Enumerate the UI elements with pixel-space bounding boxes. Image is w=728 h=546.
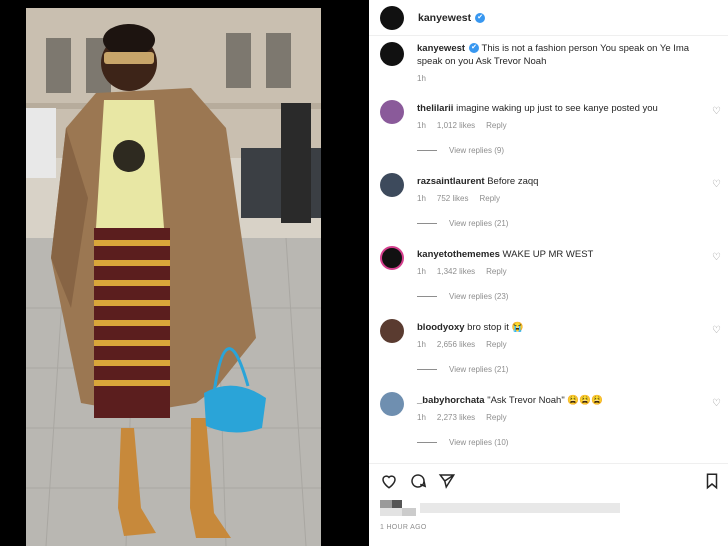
bookmark-icon[interactable]	[703, 472, 721, 490]
view-replies-button[interactable]: View replies (9)	[417, 146, 725, 155]
replies-divider	[417, 150, 437, 151]
comment-text: WAKE UP MR WEST	[502, 249, 594, 260]
liked-by-row	[380, 500, 620, 516]
comment-username[interactable]: _babyhorchata	[417, 395, 485, 406]
commenter-avatar[interactable]	[380, 173, 404, 197]
replies-divider	[417, 223, 437, 224]
post-photo	[26, 8, 321, 546]
comment-age: 1h	[417, 194, 426, 203]
verified-icon: ✔	[469, 43, 480, 54]
caption-age: 1h	[417, 74, 426, 83]
share-icon[interactable]	[438, 472, 456, 490]
comment-likes[interactable]: 752 likes	[437, 194, 469, 203]
heart-icon[interactable]: ♡	[712, 252, 721, 263]
comment-icon[interactable]	[409, 472, 427, 490]
comment-age: 1h	[417, 267, 426, 276]
comment-username[interactable]: bloodyoxy	[417, 322, 465, 333]
comment-likes[interactable]: 2,656 likes	[437, 340, 475, 349]
reply-button[interactable]: Reply	[486, 340, 506, 349]
comment-item: kanyetothememes WAKE UP MR WEST 1h 1,342 …	[380, 246, 725, 301]
commenter-avatar[interactable]	[380, 100, 404, 124]
post-caption: kanyewest ✔ This is not a fashion person …	[380, 42, 710, 83]
heart-icon[interactable]: ♡	[712, 325, 721, 336]
view-replies-label: View replies (23)	[449, 292, 509, 301]
comment-likes[interactable]: 1,012 likes	[437, 121, 475, 130]
comment-username[interactable]: kanyetothememes	[417, 249, 500, 260]
view-replies-label: View replies (10)	[449, 438, 509, 447]
comment-text: Before zaqq	[487, 176, 539, 187]
post-actions	[369, 463, 728, 497]
heart-icon[interactable]	[380, 472, 398, 490]
view-replies-label: View replies (21)	[449, 219, 509, 228]
author-username[interactable]: kanyewest	[418, 12, 471, 24]
reply-button[interactable]: Reply	[486, 413, 506, 422]
comment-likes[interactable]: 1,342 likes	[437, 267, 475, 276]
commenter-avatar[interactable]	[380, 319, 404, 343]
screenshot-frame: kanyewest ✔ kanyewest ✔ This is not a fas…	[0, 0, 728, 546]
post-panel: kanyewest ✔ kanyewest ✔ This is not a fas…	[369, 0, 728, 546]
heart-icon[interactable]: ♡	[712, 106, 721, 117]
comment-age: 1h	[417, 121, 426, 130]
view-replies-button[interactable]: View replies (10)	[417, 438, 725, 447]
view-replies-button[interactable]: View replies (23)	[417, 292, 725, 301]
reply-button[interactable]: Reply	[486, 267, 506, 276]
replies-divider	[417, 296, 437, 297]
comment-age: 1h	[417, 413, 426, 422]
heart-icon[interactable]: ♡	[712, 179, 721, 190]
view-replies-label: View replies (21)	[449, 365, 509, 374]
reply-button[interactable]: Reply	[486, 121, 506, 130]
view-replies-label: View replies (9)	[449, 146, 504, 155]
comment-username[interactable]: razsaintlaurent	[417, 176, 485, 187]
comment-item: thelilarii imagine waking up just to see…	[380, 100, 725, 155]
comment-text: bro stop it 😭	[467, 322, 524, 333]
view-replies-button[interactable]: View replies (21)	[417, 365, 725, 374]
replies-divider	[417, 442, 437, 443]
comment-text: "Ask Trevor Noah" 😩😩😩	[487, 395, 603, 406]
comment-username[interactable]: thelilarii	[417, 103, 453, 114]
caption-avatar[interactable]	[380, 42, 404, 66]
heart-icon[interactable]: ♡	[712, 398, 721, 409]
author-avatar[interactable]	[380, 5, 404, 30]
comment-likes[interactable]: 2,273 likes	[437, 413, 475, 422]
comment-item: _babyhorchata "Ask Trevor Noah" 😩😩😩 1h 2,…	[380, 392, 725, 447]
reply-button[interactable]: Reply	[479, 194, 499, 203]
caption-username[interactable]: kanyewest	[417, 43, 465, 54]
comment-text: imagine waking up just to see kanye post…	[456, 103, 658, 114]
commenter-avatar[interactable]	[380, 392, 404, 416]
comment-item: bloodyoxy bro stop it 😭 1h 2,656 likes Rep…	[380, 319, 725, 374]
comment-age: 1h	[417, 340, 426, 349]
view-replies-button[interactable]: View replies (21)	[417, 219, 725, 228]
replies-divider	[417, 369, 437, 370]
comment-item: razsaintlaurent Before zaqq 1h 752 likes R…	[380, 173, 725, 228]
verified-icon: ✔	[475, 12, 486, 23]
post-timestamp: 1 HOUR AGO	[380, 524, 427, 531]
commenter-avatar[interactable]	[380, 246, 404, 270]
post-header: kanyewest ✔	[369, 0, 728, 36]
